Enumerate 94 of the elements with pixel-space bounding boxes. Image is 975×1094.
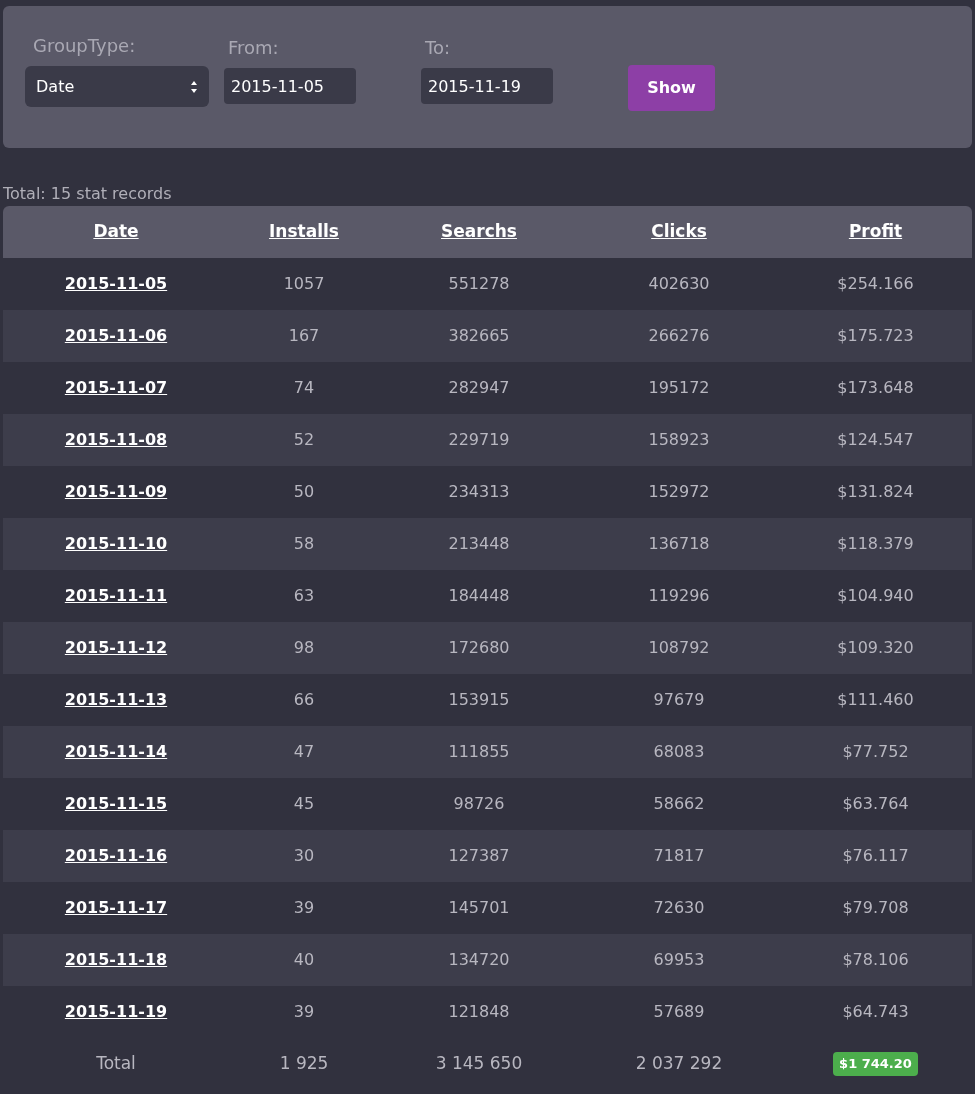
group-type-select[interactable]: Date: [25, 66, 209, 107]
row-link[interactable]: 2015-11-05: [64, 272, 168, 296]
table-cell-text: 98726: [453, 793, 505, 815]
table-cell-text: $109.320: [837, 637, 914, 659]
table-cell-text: $131.824: [837, 481, 914, 503]
table-cell-text: $78.106: [842, 949, 909, 971]
table-cell-text: 136718: [648, 533, 710, 555]
table-cell-text: 39: [293, 897, 315, 919]
table-cell-text: $76.117: [842, 845, 909, 867]
table-cell-text: 98: [293, 637, 315, 659]
row-link[interactable]: 2015-11-18: [64, 948, 168, 972]
table-cell-text: 127387: [448, 845, 510, 867]
group-type-label: GroupType:: [32, 34, 136, 58]
total-label: Total: [96, 1052, 136, 1076]
table-cell-text: 97679: [653, 689, 705, 711]
to-label: To:: [424, 36, 450, 60]
table-cell-text: $111.460: [837, 689, 914, 711]
table-cell-text: 213448: [448, 533, 510, 555]
row-link[interactable]: 2015-11-15: [64, 792, 168, 816]
table-cell-text: 47: [293, 741, 315, 763]
table-cell-text: 121848: [448, 1001, 510, 1023]
row-link[interactable]: 2015-11-13: [64, 688, 168, 712]
table-cell-text: 153915: [448, 689, 510, 711]
table-cell-text: 74: [293, 377, 315, 399]
table-cell-text: 39: [293, 1001, 315, 1023]
row-link[interactable]: 2015-11-17: [64, 896, 168, 920]
table-cell-text: 58662: [653, 793, 705, 815]
table-cell-text: 69953: [653, 949, 705, 971]
row-link[interactable]: 2015-11-16: [64, 844, 168, 868]
table-cell-text: 152972: [648, 481, 710, 503]
table-cell-text: 551278: [448, 273, 510, 295]
table-cell-text: 72630: [653, 897, 705, 919]
table-cell-text: 108792: [648, 637, 710, 659]
table-cell-text: 57689: [653, 1001, 705, 1023]
column-header-link[interactable]: Installs: [269, 219, 339, 245]
table-cell-text: 402630: [648, 273, 710, 295]
table-cell-text: 119296: [648, 585, 710, 607]
total-cell-text: 1 925: [279, 1052, 329, 1076]
table-cell-text: 50: [293, 481, 315, 503]
table-cell-text: $63.764: [842, 793, 909, 815]
table-cell-text: 45: [293, 793, 315, 815]
to-date-field[interactable]: 2015-11-19: [421, 68, 553, 104]
row-link[interactable]: 2015-11-19: [64, 1000, 168, 1024]
table-cell-text: $124.547: [837, 429, 914, 451]
table-cell-text: $254.166: [837, 273, 914, 295]
table-cell-text: 63: [293, 585, 315, 607]
total-cell-text: 3 145 650: [435, 1052, 523, 1076]
row-link[interactable]: 2015-11-12: [64, 636, 168, 660]
table-cell-text: 58: [293, 533, 315, 555]
row-link[interactable]: 2015-11-09: [64, 480, 168, 504]
table-cell-text: 382665: [448, 325, 510, 347]
table-cell-text: 172680: [448, 637, 510, 659]
row-link[interactable]: 2015-11-10: [64, 532, 168, 556]
row-link[interactable]: 2015-11-06: [64, 324, 168, 348]
column-header-link[interactable]: Clicks: [651, 219, 707, 245]
table-cell-text: $79.708: [842, 897, 909, 919]
column-header-link[interactable]: Profit: [848, 219, 903, 245]
table-cell-text: 229719: [448, 429, 510, 451]
table-cell-text: 145701: [448, 897, 510, 919]
table-cell-text: $175.723: [837, 325, 914, 347]
row-link[interactable]: 2015-11-14: [64, 740, 168, 764]
table-cell-text: 134720: [448, 949, 510, 971]
table-cell-text: 52: [293, 429, 315, 451]
row-link[interactable]: 2015-11-07: [64, 376, 168, 400]
table-cell-text: 167: [288, 325, 320, 347]
row-link[interactable]: 2015-11-11: [64, 584, 168, 608]
table-cell-text: 158923: [648, 429, 710, 451]
table-cell-text: 68083: [653, 741, 705, 763]
from-date-field[interactable]: 2015-11-05: [224, 68, 356, 104]
table-cell-text: 111855: [448, 741, 510, 763]
table-cell-text: 184448: [448, 585, 510, 607]
table-cell-text: 266276: [648, 325, 710, 347]
table-cell-text: 282947: [448, 377, 510, 399]
table-cell-text: 30: [293, 845, 315, 867]
table-cell-text: 40: [293, 949, 315, 971]
caret-icon: [190, 79, 198, 94]
show-button[interactable]: Show: [628, 65, 715, 111]
record-count-text: Total: 15 stat records: [3, 183, 172, 205]
total-profit-badge: $1 744.20: [833, 1052, 918, 1076]
table-cell-text: $104.940: [837, 585, 914, 607]
column-header-link[interactable]: Searchs: [441, 219, 517, 245]
column-header-link[interactable]: Date: [93, 219, 139, 245]
table-cell-text: 71817: [653, 845, 705, 867]
table-cell-text: $173.648: [837, 377, 914, 399]
table-cell-text: 195172: [648, 377, 710, 399]
table-cell-text: $77.752: [842, 741, 909, 763]
row-link[interactable]: 2015-11-08: [64, 428, 168, 452]
table-cell-text: 1057: [283, 273, 325, 295]
table-cell-text: 66: [293, 689, 315, 711]
from-label: From:: [227, 36, 279, 60]
table-cell-text: $64.743: [842, 1001, 909, 1023]
table-cell-text: 234313: [448, 481, 510, 503]
table-cell-text: $118.379: [837, 533, 914, 555]
total-cell-text: 2 037 292: [635, 1052, 723, 1076]
